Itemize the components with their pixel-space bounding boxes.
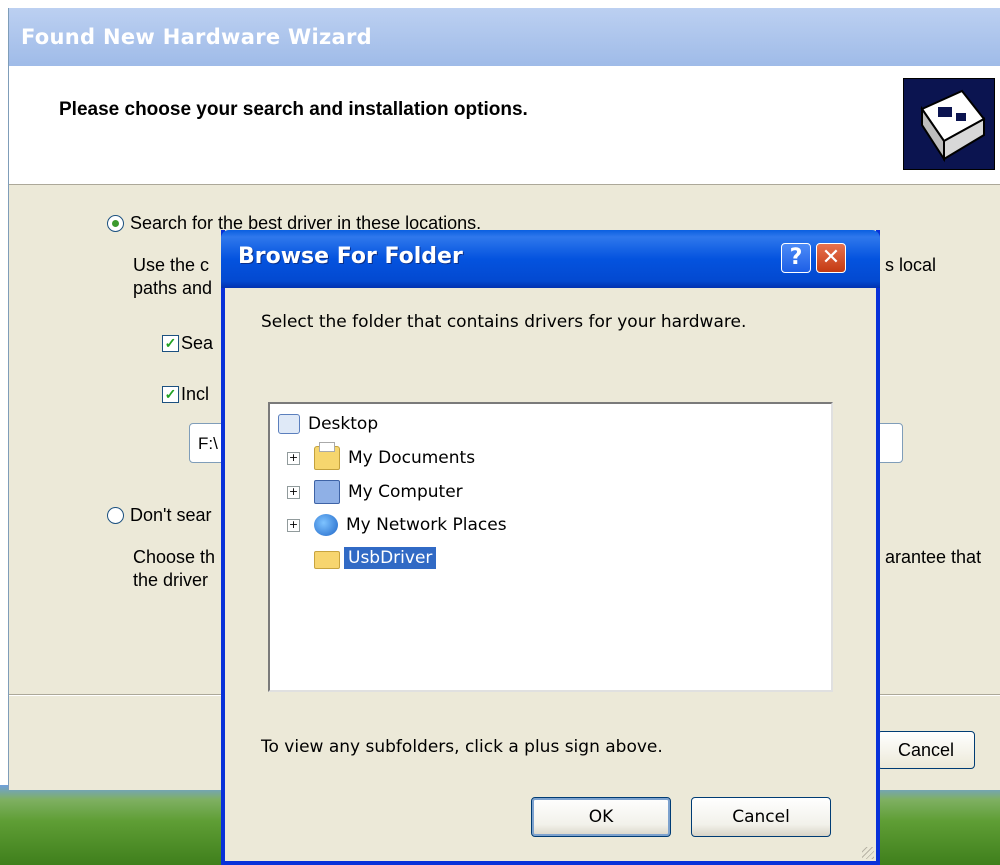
hardware-card-icon — [920, 89, 986, 163]
dont-search-radio[interactable] — [107, 507, 124, 524]
ok-button[interactable]: OK — [531, 797, 671, 837]
desktop-icon — [278, 414, 300, 434]
hardware-icon — [903, 78, 995, 170]
resize-grip-icon[interactable] — [862, 847, 874, 859]
help-button[interactable]: ? — [781, 243, 811, 273]
expand-my-computer-icon[interactable]: + — [287, 486, 300, 499]
dialog-titlebar[interactable]: Browse For Folder ? ✕ — [221, 230, 880, 288]
dont-search-desc-line1-tail: arantee that — [885, 547, 982, 567]
tree-item-label: My Network Places — [346, 515, 507, 535]
tree-item-label: My Documents — [348, 448, 476, 468]
location-path-value: F:\ — [198, 434, 218, 453]
wizard-titlebar[interactable]: Found New Hardware Wizard — [9, 8, 1000, 66]
folder-icon — [314, 550, 340, 569]
wizard-header: Please choose your search and installati… — [9, 66, 1000, 185]
my-computer-icon — [314, 480, 340, 504]
my-documents-icon — [314, 442, 340, 470]
include-location-label: Incl — [181, 384, 210, 404]
expand-network-places-icon[interactable]: + — [287, 519, 300, 532]
dialog-prompt: Select the folder that contains drivers … — [261, 312, 747, 332]
dont-search-label: Don't sear — [130, 505, 212, 525]
browse-for-folder-dialog: Browse For Folder ? ✕ Select the folder … — [221, 230, 880, 865]
wizard-title: Found New Hardware Wizard — [21, 25, 372, 49]
folder-tree[interactable]: Desktop + My Documents + My Computer + M… — [268, 402, 833, 692]
help-icon: ? — [789, 245, 803, 270]
dialog-hint: To view any subfolders, click a plus sig… — [261, 737, 663, 757]
tree-item-label: Desktop — [308, 414, 379, 434]
search-desc-line2: paths and — [133, 278, 213, 298]
wizard-cancel-button[interactable]: Cancel — [877, 731, 975, 769]
search-locations-radio[interactable] — [107, 215, 124, 232]
tree-item-label-selected: UsbDriver — [344, 547, 437, 569]
network-places-icon — [314, 514, 338, 536]
close-button[interactable]: ✕ — [816, 243, 846, 273]
search-desc-line1: Use the c — [133, 255, 210, 275]
close-icon: ✕ — [821, 245, 841, 270]
search-removable-label: Sea — [181, 333, 214, 353]
tree-item-my-computer[interactable]: My Computer — [314, 478, 463, 506]
tree-item-label: My Computer — [348, 482, 463, 502]
dialog-title: Browse For Folder — [238, 244, 463, 269]
search-removable-checkbox[interactable]: ✓ — [162, 335, 179, 352]
dont-search-desc-line2: the driver — [133, 570, 209, 590]
tree-item-desktop[interactable]: Desktop — [278, 410, 378, 438]
wizard-header-title: Please choose your search and installati… — [59, 99, 528, 120]
tree-item-my-documents[interactable]: My Documents — [314, 442, 476, 472]
dont-search-desc-line1: Choose th — [133, 547, 216, 567]
tree-item-my-network-places[interactable]: My Network Places — [314, 511, 507, 539]
search-desc-line1-tail: s local — [885, 255, 937, 275]
expand-my-documents-icon[interactable]: + — [287, 452, 300, 465]
include-location-checkbox[interactable]: ✓ — [162, 386, 179, 403]
tree-item-usbdriver[interactable]: UsbDriver — [314, 544, 437, 572]
cancel-button[interactable]: Cancel — [691, 797, 831, 837]
